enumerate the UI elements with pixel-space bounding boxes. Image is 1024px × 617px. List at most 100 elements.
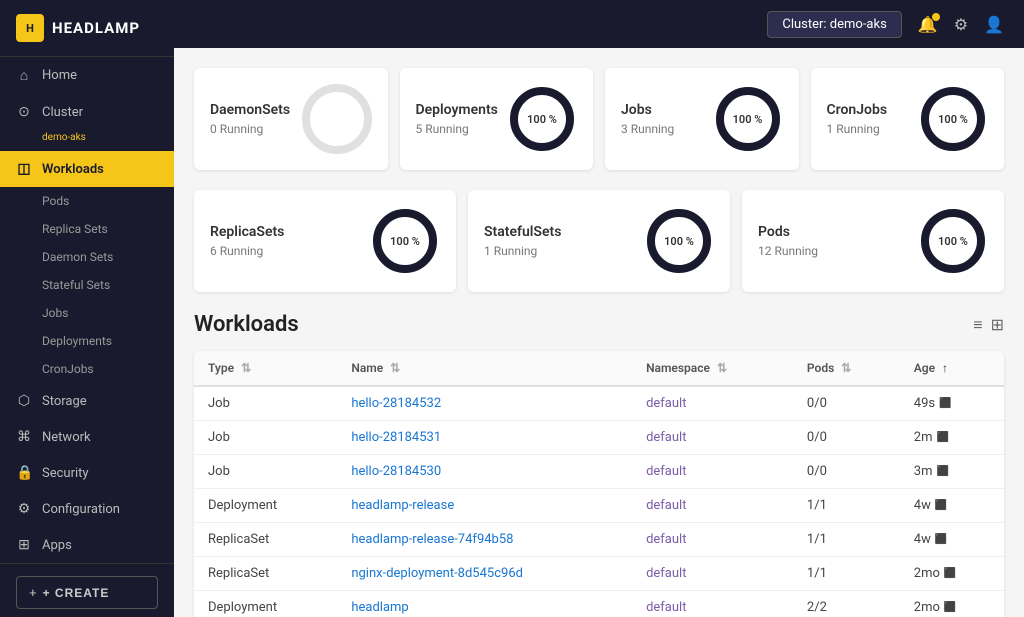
table-row: Deployment headlamp-release default 1/1 …: [194, 489, 1004, 523]
stat-pods-title: Pods: [758, 224, 818, 240]
sidebar-item-security[interactable]: 🔒 Security: [0, 455, 174, 491]
age-cell-2: 3m ⬛: [914, 464, 990, 479]
stat-statefulsets-info: StatefulSets 1 Running: [484, 224, 561, 258]
notification-wrapper: 🔔: [918, 15, 938, 34]
sidebar-item-home[interactable]: ⌂ Home: [0, 57, 174, 94]
cell-age-0: 49s ⬛: [900, 386, 1004, 421]
link-name-5[interactable]: nginx-deployment-8d545c96d: [351, 566, 523, 581]
home-icon: ⌂: [16, 67, 32, 84]
link-name-2[interactable]: hello-28184530: [351, 464, 441, 479]
sidebar-bottom: + + CREATE v1.23.12 ⊙: [0, 563, 174, 617]
cell-namespace-0: default: [632, 386, 793, 421]
cluster-badge[interactable]: Cluster: demo-aks: [767, 11, 901, 38]
cell-namespace-6: default: [632, 591, 793, 617]
stat-jobs-title: Jobs: [621, 102, 674, 118]
stat-jobs: Jobs 3 Running 100 %: [605, 68, 799, 170]
filter-icon[interactable]: ≡: [973, 315, 982, 335]
stat-daemonsets-title: DaemonSets: [210, 102, 290, 118]
link-name-6[interactable]: headlamp: [351, 600, 408, 615]
link-namespace-1[interactable]: default: [646, 430, 686, 445]
col-namespace[interactable]: Namespace ⇅: [632, 351, 793, 386]
cell-pods-5: 1/1: [793, 557, 900, 591]
stat-cronjobs-title: CronJobs: [827, 102, 888, 118]
view-icon[interactable]: ⊞: [991, 315, 1004, 334]
cell-pods-4: 1/1: [793, 523, 900, 557]
cell-type-6: Deployment: [194, 591, 337, 617]
cell-type-3: Deployment: [194, 489, 337, 523]
stat-statefulsets-title: StatefulSets: [484, 224, 561, 240]
link-namespace-2[interactable]: default: [646, 464, 686, 479]
sidebar-item-apps[interactable]: ⊞ Apps: [0, 527, 174, 563]
col-name[interactable]: Name ⇅: [337, 351, 632, 386]
cell-pods-6: 2/2: [793, 591, 900, 617]
link-namespace-0[interactable]: default: [646, 396, 686, 411]
sidebar-sub-replicasets[interactable]: Replica Sets: [0, 215, 174, 243]
apps-icon: ⊞: [16, 537, 32, 553]
statefulsets-percent: 100 %: [664, 235, 694, 248]
link-namespace-6[interactable]: default: [646, 600, 686, 615]
sidebar-sub-cronjobs[interactable]: CronJobs: [0, 355, 174, 383]
age-cell-5: 2mo ⬛: [914, 566, 990, 581]
age-cell-4: 4w ⬛: [914, 532, 990, 547]
stat-cronjobs-sub: 1 Running: [827, 122, 888, 136]
pods-donut: 100 %: [918, 206, 988, 276]
sidebar-sub-statefulsets[interactable]: Stateful Sets: [0, 271, 174, 299]
cluster-name: demo-aks: [0, 130, 174, 151]
sidebar-sub-jobs[interactable]: Jobs: [0, 299, 174, 327]
cell-name-5: nginx-deployment-8d545c96d: [337, 557, 632, 591]
age-cell-3: 4w ⬛: [914, 498, 990, 513]
create-button[interactable]: + + CREATE: [16, 576, 158, 609]
sidebar-item-configuration[interactable]: ⚙ Configuration: [0, 491, 174, 527]
daemonsets-empty-donut: [302, 84, 372, 154]
link-name-4[interactable]: headlamp-release-74f94b58: [351, 532, 513, 547]
sidebar-item-network[interactable]: ⌘ Network: [0, 419, 174, 455]
link-namespace-5[interactable]: default: [646, 566, 686, 581]
sidebar-sub-deployments[interactable]: Deployments: [0, 327, 174, 355]
stat-pods-sub: 12 Running: [758, 244, 818, 258]
table-row: Job hello-28184530 default 0/0 3m ⬛: [194, 455, 1004, 489]
stat-deployments-info: Deployments 5 Running: [416, 102, 498, 136]
cell-age-4: 4w ⬛: [900, 523, 1004, 557]
cell-type-0: Job: [194, 386, 337, 421]
stat-statefulsets: StatefulSets 1 Running 100 %: [468, 190, 730, 292]
link-name-3[interactable]: headlamp-release: [351, 498, 454, 513]
statefulsets-donut: 100 %: [644, 206, 714, 276]
cell-namespace-3: default: [632, 489, 793, 523]
stat-jobs-sub: 3 Running: [621, 122, 674, 136]
workloads-icon: ◫: [16, 161, 32, 177]
col-age[interactable]: Age ↑: [900, 351, 1004, 386]
storage-icon: ⬡: [16, 393, 32, 409]
cell-type-1: Job: [194, 421, 337, 455]
stat-deployments: Deployments 5 Running 100 %: [400, 68, 594, 170]
cell-pods-0: 0/0: [793, 386, 900, 421]
cube-icon-1: ⬛: [936, 432, 948, 443]
sidebar-sub-pods[interactable]: Pods: [0, 187, 174, 215]
pods-percent: 100 %: [938, 235, 968, 248]
stat-daemonsets: DaemonSets 0 Running: [194, 68, 388, 170]
workloads-table: Type ⇅ Name ⇅ Namespace ⇅ Pods ⇅ Age ↑ J…: [194, 351, 1004, 617]
link-name-0[interactable]: hello-28184532: [351, 396, 441, 411]
sidebar-item-storage[interactable]: ⬡ Storage: [0, 383, 174, 419]
cell-name-6: headlamp: [337, 591, 632, 617]
cell-namespace-2: default: [632, 455, 793, 489]
table-header-row: Type ⇅ Name ⇅ Namespace ⇅ Pods ⇅ Age ↑: [194, 351, 1004, 386]
cell-age-3: 4w ⬛: [900, 489, 1004, 523]
logo-area: H HEADLAMP: [0, 0, 174, 57]
cell-pods-1: 0/0: [793, 421, 900, 455]
user-icon[interactable]: 👤: [984, 15, 1004, 34]
stat-replicasets-info: ReplicaSets 6 Running: [210, 224, 284, 258]
link-namespace-4[interactable]: default: [646, 532, 686, 547]
sidebar-item-workloads[interactable]: ◫ Workloads: [0, 151, 174, 187]
sidebar-sub-daemonsets[interactable]: Daemon Sets: [0, 243, 174, 271]
col-type[interactable]: Type ⇅: [194, 351, 337, 386]
sidebar-item-cluster[interactable]: ⊙ Cluster: [0, 94, 174, 130]
workloads-tbody: Job hello-28184532 default 0/0 49s ⬛ Job…: [194, 386, 1004, 617]
link-name-1[interactable]: hello-28184531: [351, 430, 441, 445]
col-pods[interactable]: Pods ⇅: [793, 351, 900, 386]
settings-icon[interactable]: ⚙: [954, 15, 968, 34]
cell-name-3: headlamp-release: [337, 489, 632, 523]
link-namespace-3[interactable]: default: [646, 498, 686, 513]
main-area: Cluster: demo-aks 🔔 ⚙ 👤 DaemonSets 0 Run…: [174, 0, 1024, 617]
replicasets-percent: 100 %: [390, 235, 420, 248]
cell-name-4: headlamp-release-74f94b58: [337, 523, 632, 557]
